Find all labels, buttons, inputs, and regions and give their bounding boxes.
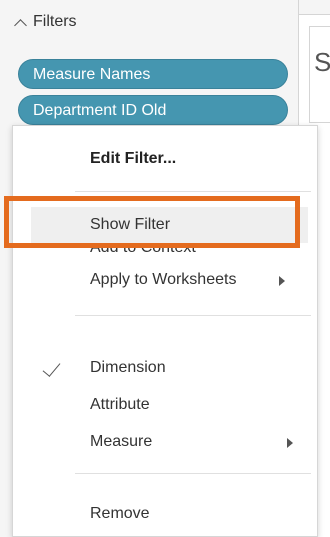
menu-item-measure[interactable]: Measure xyxy=(13,424,317,460)
filters-header-label: Filters xyxy=(33,13,77,30)
menu-item-label: Edit Filter... xyxy=(90,150,177,167)
menu-separator xyxy=(75,315,311,316)
collapse-caret-icon[interactable] xyxy=(14,18,27,32)
menu-item-label: Remove xyxy=(90,505,150,522)
menu-item-label: Apply to Worksheets xyxy=(90,271,237,288)
filters-header[interactable]: Filters xyxy=(14,13,77,32)
highlight-annotation-box xyxy=(4,196,300,248)
menu-separator xyxy=(75,191,311,192)
submenu-arrow-icon xyxy=(279,276,285,286)
menu-item-label: Attribute xyxy=(90,396,150,413)
sheet-title-fragment: S xyxy=(314,47,330,77)
menu-item-remove[interactable]: Remove xyxy=(13,496,317,532)
filter-pill-measure-names[interactable]: Measure Names xyxy=(18,59,288,89)
menu-item-label: Dimension xyxy=(90,359,166,376)
filter-pill-department-id-old[interactable]: Department ID Old xyxy=(18,95,288,125)
menu-item-edit-filter[interactable]: Edit Filter... xyxy=(13,141,317,177)
menu-separator xyxy=(75,473,311,474)
checkmark-icon xyxy=(42,358,61,377)
menu-item-dimension[interactable]: Dimension xyxy=(13,350,317,386)
menu-item-label: Measure xyxy=(90,433,153,450)
menu-item-apply-to-worksheets[interactable]: Apply to Worksheets xyxy=(13,262,317,298)
submenu-arrow-icon xyxy=(287,438,293,448)
sheet-topbar xyxy=(299,0,330,15)
menu-item-attribute[interactable]: Attribute xyxy=(13,387,317,423)
sheet-card: S xyxy=(309,26,330,123)
context-menu: Edit Filter... Show Filter Add to Contex… xyxy=(12,125,318,537)
